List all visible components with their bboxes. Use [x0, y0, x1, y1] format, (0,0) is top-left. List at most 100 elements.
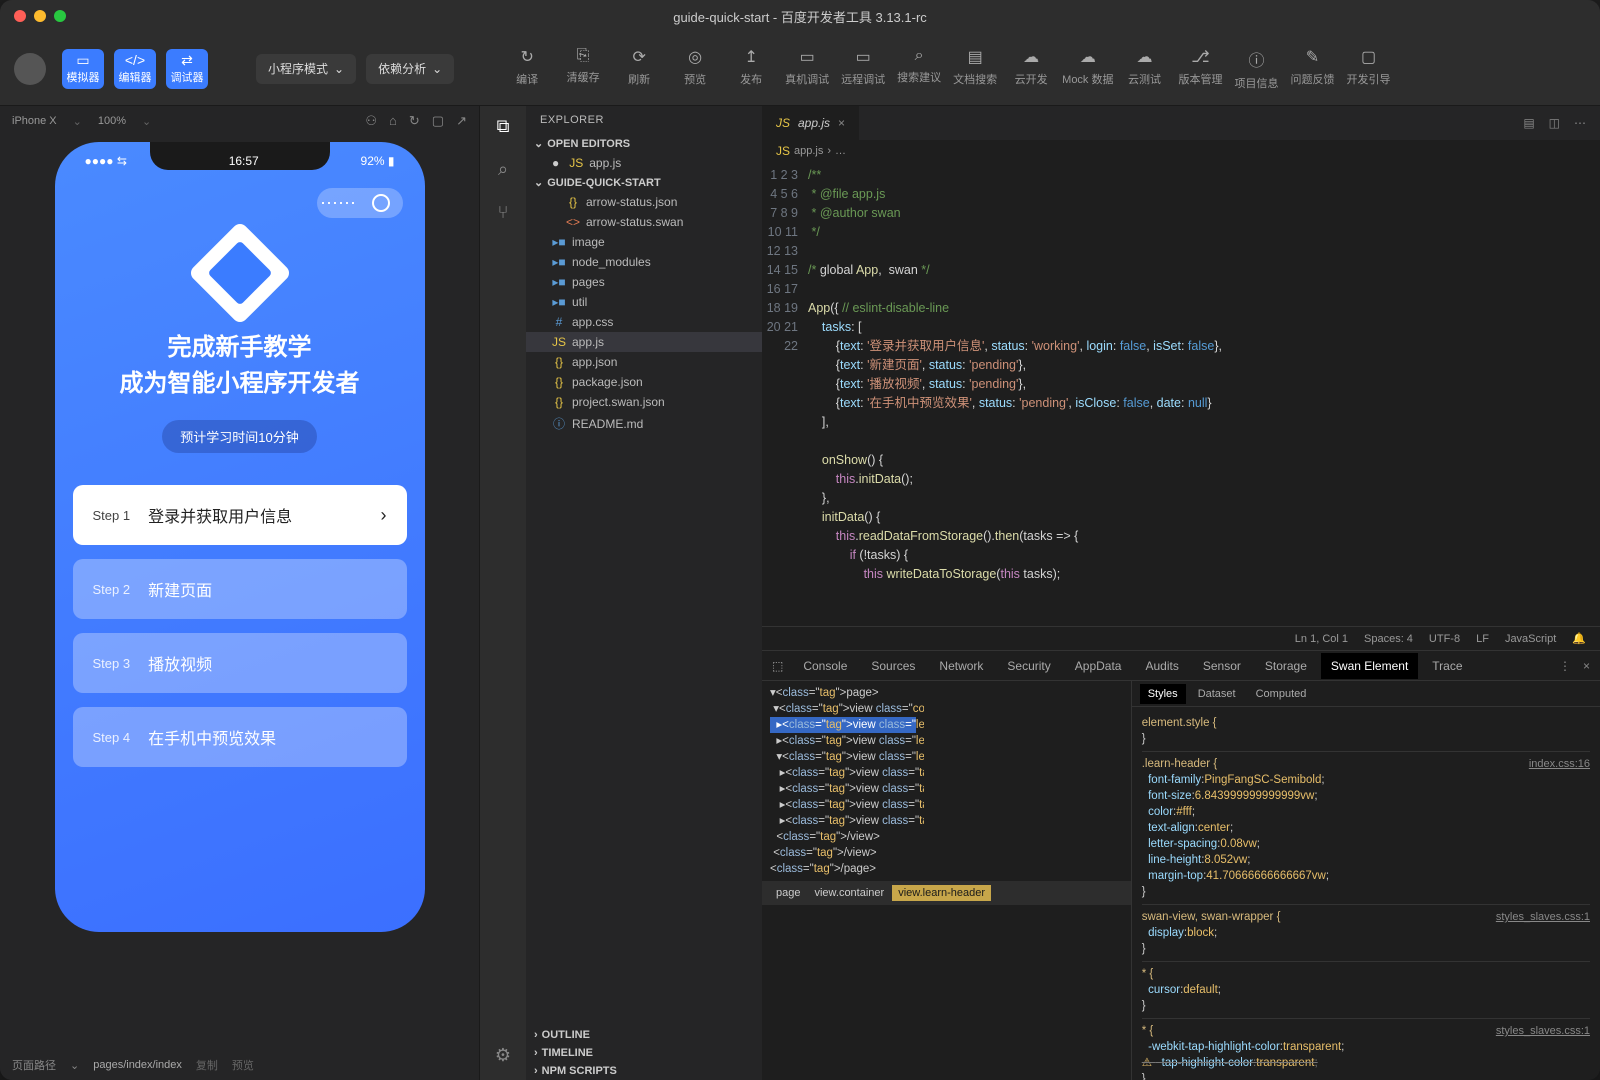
npm-section[interactable]: ›NPM SCRIPTS — [526, 1062, 762, 1080]
language[interactable]: JavaScript — [1505, 633, 1556, 645]
toolbar-真机调试[interactable]: ▭真机调试 — [782, 47, 832, 91]
toolbar-开发引导[interactable]: ▢开发引导 — [1344, 47, 1394, 91]
cursor-pos[interactable]: Ln 1, Col 1 — [1295, 633, 1348, 645]
outline-section[interactable]: ›OUTLINE — [526, 1026, 762, 1044]
style-tab-dataset[interactable]: Dataset — [1190, 684, 1244, 704]
rotate-icon[interactable]: ↻ — [409, 113, 420, 129]
elements-tree[interactable]: ▾<class="tag">page> ▾<class="tag">view c… — [762, 681, 924, 881]
tree-item[interactable]: JSapp.js — [526, 332, 762, 352]
deps-analyze[interactable]: 依赖分析⌄ — [366, 54, 454, 84]
device-select[interactable]: iPhone X — [12, 115, 57, 127]
devtools-tab-security[interactable]: Security — [997, 653, 1060, 679]
devtools-tab-swan-element[interactable]: Swan Element — [1321, 653, 1418, 679]
preview-button[interactable]: 预览 — [232, 1057, 254, 1073]
toolbar-文档搜索[interactable]: ▤文档搜索 — [950, 47, 1000, 91]
git-icon[interactable]: ⑂ — [498, 202, 509, 223]
tree-item[interactable]: #app.css — [526, 312, 762, 332]
toolbar-发布[interactable]: ↥发布 — [726, 47, 776, 91]
crumb-item[interactable]: view.learn-header — [892, 885, 991, 901]
capsule[interactable]: ⋯ — [317, 188, 403, 218]
elements-breadcrumb[interactable]: pageview.containerview.learn-header — [762, 881, 1131, 905]
toolbar-编译[interactable]: ↻编译 — [502, 47, 552, 91]
devtools-tab-console[interactable]: Console — [793, 653, 857, 679]
editor-toggle[interactable]: </>编辑器 — [114, 49, 156, 89]
breadcrumb[interactable]: JSapp.js›… — [762, 140, 1600, 162]
copy-button[interactable]: 复制 — [196, 1057, 218, 1073]
devtools-tab-audits[interactable]: Audits — [1135, 653, 1188, 679]
debugger-toggle[interactable]: ⇄调试器 — [166, 49, 208, 89]
tree-item[interactable]: {}app.json — [526, 352, 762, 372]
tree-item[interactable]: <>arrow-status.swan — [526, 212, 762, 232]
bell-icon[interactable]: 🔔 — [1572, 632, 1586, 645]
tree-item[interactable]: ▸■pages — [526, 272, 762, 292]
toolbar-Mock 数据[interactable]: ☁Mock 数据 — [1062, 47, 1113, 91]
task-item[interactable]: Step 1登录并获取用户信息› — [73, 485, 407, 545]
tree-item[interactable]: {}project.swan.json — [526, 392, 762, 412]
toolbar-项目信息[interactable]: ⓘ项目信息 — [1232, 47, 1282, 91]
home-icon[interactable]: ⌂ — [389, 113, 397, 129]
toolbar-预览[interactable]: ◎预览 — [670, 47, 720, 91]
task-item[interactable]: Step 3播放视频 — [73, 633, 407, 693]
user-icon[interactable]: ⚇ — [365, 113, 377, 129]
tree-item[interactable]: ▸■image — [526, 232, 762, 252]
toolbar-远程调试[interactable]: ▭远程调试 — [838, 47, 888, 91]
maximize-icon[interactable] — [54, 10, 66, 22]
devtools-tab-network[interactable]: Network — [929, 653, 993, 679]
layout-icon[interactable]: ◫ — [1549, 116, 1560, 130]
toolbar-云开发[interactable]: ☁云开发 — [1006, 47, 1056, 91]
toolbar-清缓存[interactable]: ⎘清缓存 — [558, 47, 608, 91]
task-item[interactable]: Step 2新建页面 — [73, 559, 407, 619]
zoom-select[interactable]: 100% — [98, 115, 126, 127]
inspect-icon[interactable]: ⬚ — [772, 659, 783, 673]
crumb-item[interactable]: page — [770, 885, 806, 901]
tree-item[interactable]: {}package.json — [526, 372, 762, 392]
task-item[interactable]: Step 4在手机中预览效果 — [73, 707, 407, 767]
open-file[interactable]: JSapp.js — [526, 153, 762, 173]
tab-appjs[interactable]: JSapp.js× — [762, 106, 859, 140]
toolbar-版本管理[interactable]: ⎇版本管理 — [1176, 47, 1226, 91]
toolbar-云测试[interactable]: ☁云测试 — [1120, 47, 1170, 91]
phone-preview[interactable]: ●●●● ⇆ 16:57 92% ▮ ⋯ 完成新手教学成为智能小程序开发者 预计… — [55, 142, 425, 932]
more-icon[interactable]: ⋯ — [1574, 116, 1586, 130]
project-section[interactable]: ⌄GUIDE-QUICK-START — [526, 173, 762, 192]
search-icon[interactable]: ⌕ — [498, 159, 508, 180]
dock-icon[interactable]: ▢ — [432, 113, 444, 129]
style-tab-computed[interactable]: Computed — [1248, 684, 1315, 704]
tree-item[interactable]: ⓘREADME.md — [526, 412, 762, 435]
timeline-section[interactable]: ›TIMELINE — [526, 1044, 762, 1062]
target-icon[interactable] — [372, 194, 390, 212]
simulator-toggle[interactable]: ▭模拟器 — [62, 49, 104, 89]
devtools-tab-sources[interactable]: Sources — [861, 653, 925, 679]
mode-select[interactable]: 小程序模式⌄ — [256, 54, 356, 84]
close-icon[interactable] — [14, 10, 26, 22]
tree-item[interactable]: {}arrow-status.json — [526, 192, 762, 212]
encoding[interactable]: UTF-8 — [1429, 633, 1460, 645]
eol[interactable]: LF — [1476, 633, 1489, 645]
toolbar-刷新[interactable]: ⟳刷新 — [614, 47, 664, 91]
avatar[interactable] — [14, 53, 46, 85]
gear-icon[interactable]: ⚙ — [495, 1045, 511, 1066]
minimize-icon[interactable] — [34, 10, 46, 22]
tree-item[interactable]: ▸■util — [526, 292, 762, 312]
tree-item[interactable]: ▸■node_modules — [526, 252, 762, 272]
toolbar-搜索建议[interactable]: ⌕搜索建议 — [894, 47, 944, 91]
style-rules[interactable]: element.style {}.learn-header {index.css… — [1132, 707, 1600, 1080]
style-tab-styles[interactable]: Styles — [1140, 684, 1186, 704]
more-icon[interactable]: ⋮ — [1559, 659, 1571, 673]
popout-icon[interactable]: ↗ — [456, 113, 467, 129]
devtools-tab-sensor[interactable]: Sensor — [1193, 653, 1251, 679]
open-editors-section[interactable]: ⌄OPEN EDITORS — [526, 134, 762, 153]
devtools-tab-storage[interactable]: Storage — [1255, 653, 1317, 679]
close-icon[interactable]: × — [838, 116, 845, 130]
close-icon[interactable]: × — [1583, 659, 1590, 673]
files-icon[interactable]: ⧉ — [497, 116, 510, 137]
crumb-item[interactable]: view.container — [808, 885, 890, 901]
indent[interactable]: Spaces: 4 — [1364, 633, 1413, 645]
devtools-tab-trace[interactable]: Trace — [1422, 653, 1472, 679]
devtools-tab-appdata[interactable]: AppData — [1065, 653, 1132, 679]
toolbar-问题反馈[interactable]: ✎问题反馈 — [1288, 47, 1338, 91]
code-editor[interactable]: 1 2 3 4 5 6 7 8 9 10 11 12 13 14 15 16 1… — [762, 162, 1600, 626]
split-icon[interactable]: ▤ — [1523, 116, 1534, 130]
page-path[interactable]: pages/index/index — [93, 1059, 182, 1071]
more-icon[interactable]: ⋯ — [329, 194, 347, 212]
